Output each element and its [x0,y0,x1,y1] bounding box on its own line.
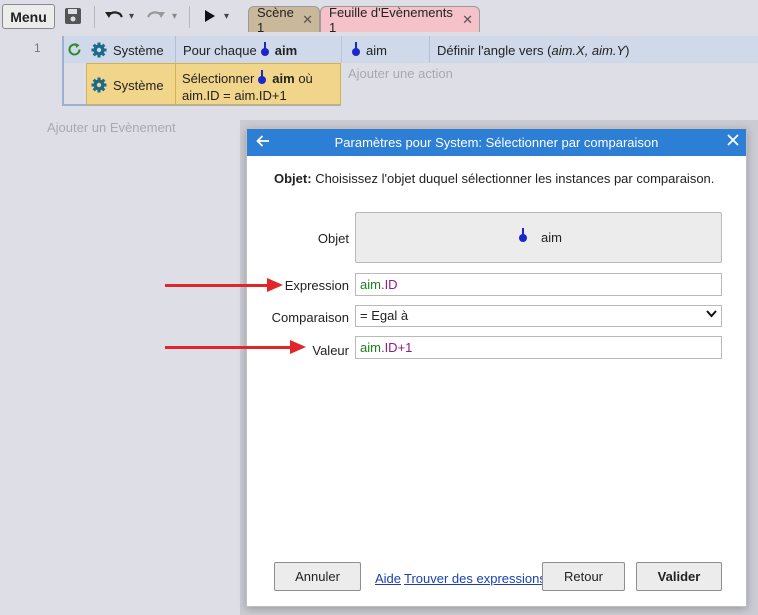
condition-text-before: Sélectionner [182,71,255,86]
toolbar-separator [94,6,95,28]
condition-expression: aim.ID = aim.ID+1 [182,88,287,103]
add-action-link[interactable]: Ajouter une action [348,66,453,81]
tab-label: Scène 1 [257,4,294,35]
action-text: Définir l'angle vers (aim.X, aim.Y) [437,43,630,58]
condition-text: Pour chaque aim [183,42,298,58]
dialog-description: Objet: Choisissez l'objet duquel sélecti… [274,171,714,186]
object-label: Objet [317,231,349,246]
condition-object-ref: aim [274,43,298,58]
condition-object-name: Système [113,78,164,93]
condition-object-name: Système [113,43,164,58]
cell-divider [175,36,176,63]
dialog-title-bar: Paramètres pour System: Sélectionner par… [247,129,746,156]
action-object-name: aim [366,43,387,58]
value-operator: +1 [397,340,413,355]
event-line-number: 1 [34,41,41,55]
cell-divider [175,64,176,104]
cancel-button[interactable]: Annuler [274,562,361,591]
redo-dropdown-icon[interactable]: ▾ [172,6,177,26]
annotation-arrow-value [165,340,306,354]
annotation-arrow-expression [165,278,283,292]
undo-dropdown-icon[interactable]: ▾ [129,6,134,26]
play-dropdown-icon[interactable]: ▾ [224,6,229,26]
add-event-link[interactable]: Ajouter un Evènement [47,120,176,135]
tab-label: Feuille d'Evènements 1 [329,4,453,35]
validate-button[interactable]: Valider [636,562,722,591]
expression-object: aim [360,277,381,292]
close-icon[interactable]: ✕ [302,12,313,28]
menu-button[interactable]: Menu [2,4,55,29]
condition-text-before: Pour chaque [183,43,257,58]
comparison-select[interactable]: = Egal à [355,305,722,327]
condition-text-after: où [298,71,313,86]
close-icon[interactable]: ✕ [462,12,473,28]
undo-icon[interactable] [104,6,124,26]
tab-scene-1[interactable]: Scène 1 ✕ [248,4,320,35]
action-text-end: ) [625,43,630,58]
description-text: Choisissez l'objet duquel sélectionner l… [315,171,715,186]
object-picker-value: aim [541,230,562,245]
dialog-title: Paramètres pour System: Sélectionner par… [334,135,659,150]
condition-object-ref: aim [272,71,295,86]
value-input[interactable]: aim.ID+1 [355,336,722,359]
tab-event-sheet-1[interactable]: Feuille d'Evènements 1 ✕ [320,4,480,35]
object-icon [258,70,267,85]
value-object: aim [360,340,381,355]
redo-icon[interactable] [146,6,166,26]
save-icon[interactable] [64,6,82,26]
object-icon [260,42,269,57]
action-text-start: Définir l'angle vers ( [437,43,552,58]
back-button[interactable]: Retour [542,562,625,591]
comparison-value: = Egal à [360,308,409,323]
back-arrow-icon[interactable] [255,133,271,154]
help-link[interactable]: Aide [375,571,401,586]
gear-icon [91,77,107,93]
cell-divider [429,36,430,63]
condition-text: Sélectionner aim où [182,70,313,86]
find-expressions-link[interactable]: Trouver des expressions [404,571,546,586]
play-icon[interactable] [203,6,217,26]
comparison-label: Comparaison [271,310,349,325]
parameters-dialog: Paramètres pour System: Sélectionner par… [246,128,747,607]
expression-member: .ID [380,277,398,292]
value-member: .ID [380,340,398,355]
description-label: Objet: [274,171,312,186]
gear-icon [91,42,107,58]
object-picker-button[interactable]: aim [355,212,722,263]
expression-input[interactable]: aim.ID [355,273,722,296]
object-icon [352,42,360,57]
chevron-down-icon [706,308,717,322]
action-text-italic: aim.X, aim.Y [551,43,626,58]
toolbar-separator [189,6,190,28]
object-icon [519,228,528,242]
action-object: aim [348,42,387,58]
close-icon[interactable] [727,133,739,151]
repeat-icon [67,42,82,60]
toolbar: Menu ▾ ▾ ▾ Scène 1 ✕ Feuille d'Evènement… [0,0,758,35]
